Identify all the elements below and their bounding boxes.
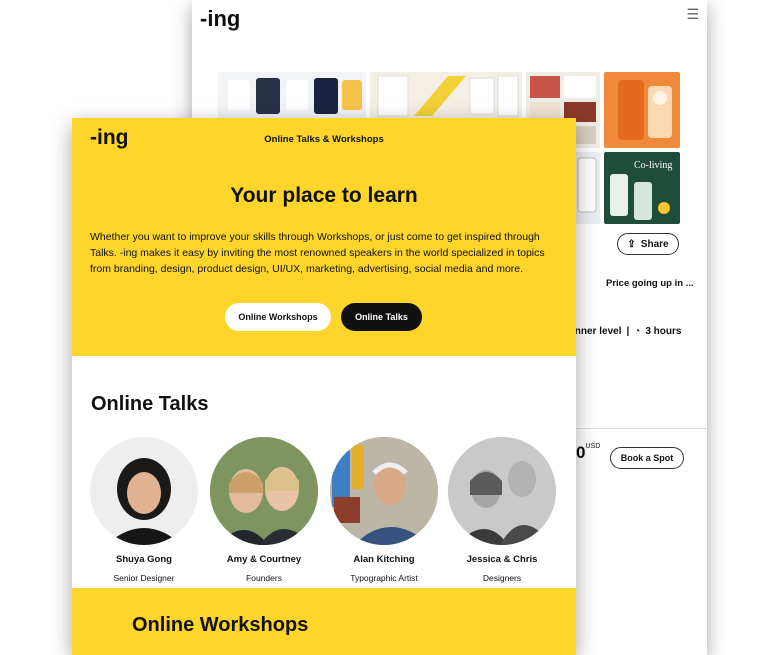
thumbnail-app-ui[interactable] — [218, 72, 366, 120]
front-window: -ing Online Talks & Workshops Your place… — [72, 118, 576, 655]
hero-title: Your place to learn — [230, 184, 418, 207]
speaker-name: Amy & Courtney — [226, 554, 302, 565]
share-button[interactable]: ⇪ Share — [617, 233, 679, 255]
speaker-photo — [448, 437, 556, 545]
hamburger-icon[interactable]: ☰ — [686, 6, 699, 23]
share-icon: ⇪ — [627, 238, 636, 250]
thumbnail-caption: Co-living — [634, 160, 673, 171]
course-meta: inner level | ◔ 3 hours — [572, 326, 681, 337]
thumbnail-co-living[interactable]: Co-living — [604, 152, 680, 224]
speaker-role: Senior Designer — [113, 573, 175, 583]
hero-section: -ing Online Talks & Workshops Your place… — [72, 118, 576, 356]
nav-title[interactable]: Online Talks & Workshops — [72, 134, 576, 145]
speaker-card[interactable]: Shuya Gong Senior Designer — [88, 437, 200, 583]
separator: | — [626, 326, 630, 337]
thumbnail-screens[interactable] — [370, 72, 522, 120]
share-label: Share — [640, 238, 669, 250]
price-note: Price going up in ... — [606, 278, 694, 289]
workshops-section: Online Workshops — [72, 588, 576, 655]
speaker-photo — [90, 437, 198, 545]
speaker-photo — [210, 437, 318, 545]
speaker-name: Shuya Gong — [116, 554, 172, 565]
speaker-photo — [330, 437, 438, 545]
speaker-name: Jessica & Chris — [466, 554, 538, 565]
speaker-card[interactable]: Amy & Courtney Founders — [208, 437, 320, 583]
thumbnail-orange[interactable] — [604, 72, 680, 148]
price: 0USD — [576, 443, 600, 463]
talks-title: Online Talks — [91, 393, 209, 415]
clock-icon: ◔ — [634, 326, 641, 337]
book-a-spot-button[interactable]: Book a Spot — [610, 447, 684, 469]
level-text: inner level — [572, 326, 622, 337]
speaker-role: Designers — [482, 573, 522, 583]
speaker-card[interactable]: Jessica & Chris Designers — [446, 437, 558, 583]
online-workshops-button[interactable]: Online Workshops — [225, 303, 331, 331]
speaker-name: Alan Kitching — [353, 554, 415, 565]
speaker-role: Typographic Artist — [350, 573, 418, 583]
price-currency: USD — [585, 443, 601, 450]
workshops-title: Online Workshops — [132, 614, 309, 636]
divider — [572, 428, 707, 429]
speaker-role: Founders — [246, 573, 282, 583]
online-talks-button[interactable]: Online Talks — [341, 303, 422, 331]
duration-text: 3 hours — [645, 326, 682, 337]
back-logo[interactable]: -ing — [200, 6, 240, 32]
hero-text: Whether you want to improve your skills … — [90, 231, 545, 275]
speaker-card[interactable]: Alan Kitching Typographic Artist — [328, 437, 440, 583]
